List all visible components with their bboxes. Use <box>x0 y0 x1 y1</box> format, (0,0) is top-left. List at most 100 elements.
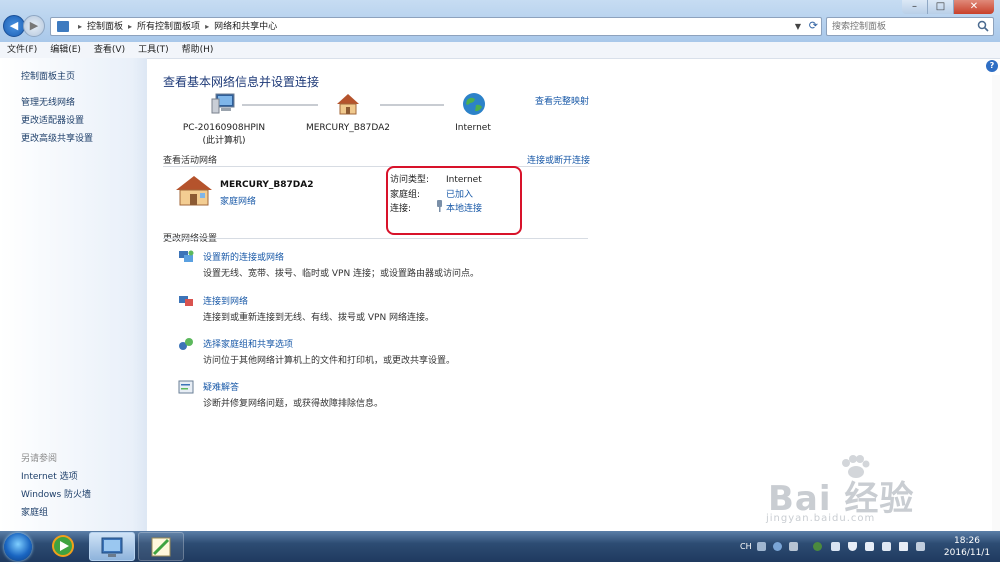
local-connection-link[interactable]: 本地连接 <box>446 204 482 214</box>
window-titlebar: ◀ ▶ ▸ 控制面板 ▸ 所有控制面板项 ▸ 网络和共享中心 ▼ ⟳ – □ ✕ <box>0 0 1000 42</box>
network-type-link[interactable]: 家庭网络 <box>220 194 256 207</box>
menu-view[interactable]: 查看(V) <box>87 42 131 58</box>
refresh-icon[interactable]: ⟳ <box>809 18 818 34</box>
homegroup-label: 家庭组: <box>390 190 421 200</box>
taskbar-media-player[interactable] <box>40 532 86 561</box>
taskbar: CH 18:26 2016/11/1 <box>0 531 1000 562</box>
homegroup-sharing-desc: 访问位于其他网络计算机上的文件和打印机，或更改共享设置。 <box>203 356 456 366</box>
baidu-tray-icon[interactable] <box>813 542 822 551</box>
internet-globe-icon[interactable] <box>462 92 486 116</box>
help-icon[interactable]: ? <box>986 60 998 72</box>
paw-logo-icon <box>842 455 870 478</box>
setup-connection-link[interactable]: 设置新的连接或网络 <box>203 250 284 263</box>
scrollbar[interactable] <box>992 75 1000 531</box>
chevron-right-icon[interactable]: ▸ <box>128 22 132 31</box>
computer-name: PC-20160908HPIN <box>182 123 266 133</box>
homegroup-link[interactable]: 已加入 <box>446 190 473 200</box>
network-name: MERCURY_B87DA2 <box>220 180 314 190</box>
keyboard-icon[interactable] <box>757 542 766 551</box>
connect-disconnect-link[interactable]: 连接或断开连接 <box>527 153 590 166</box>
sidebar-item-advanced-sharing[interactable]: 更改高级共享设置 <box>21 131 93 144</box>
router-node-label: MERCURY_B87DA2 <box>305 123 391 133</box>
breadcrumb-network-center[interactable]: 网络和共享中心 <box>214 22 277 32</box>
computer-icon[interactable] <box>211 93 237 115</box>
menu-tools[interactable]: 工具(T) <box>131 42 175 58</box>
security-shield-icon[interactable] <box>848 542 857 551</box>
maximize-button[interactable]: □ <box>928 0 954 14</box>
sidebar-item-manage-wireless[interactable]: 管理无线网络 <box>21 95 75 108</box>
control-panel-app-icon <box>101 537 123 557</box>
chevron-right-icon: ▸ <box>78 22 83 31</box>
connect-to-network-link[interactable]: 连接到网络 <box>203 294 248 307</box>
expand-tray-icon[interactable] <box>831 542 840 551</box>
control-panel-icon <box>57 21 69 32</box>
minimize-button[interactable]: – <box>902 0 928 14</box>
clock[interactable]: 18:26 2016/11/1 <box>939 535 995 559</box>
homegroup-row: 家庭组: 已加入 <box>390 187 473 200</box>
start-button[interactable] <box>4 533 32 561</box>
menu-file[interactable]: 文件(F) <box>0 42 43 58</box>
paint-app-icon <box>151 537 171 557</box>
homegroup-sharing-link[interactable]: 选择家庭组和共享选项 <box>203 337 293 350</box>
access-type-value: Internet <box>446 175 482 185</box>
search-input[interactable] <box>830 19 974 34</box>
window-controls: – □ ✕ <box>902 0 994 14</box>
homegroup-sharing-icon <box>179 338 193 350</box>
back-button[interactable]: ◀ <box>3 15 25 37</box>
sidebar-item-homegroup[interactable]: 家庭组 <box>21 505 48 518</box>
taskbar-control-panel[interactable] <box>89 532 135 561</box>
sidebar-item-firewall[interactable]: Windows 防火墙 <box>21 487 91 500</box>
active-networks-heading: 查看活动网络 <box>163 156 218 166</box>
sidebar-item-internet-options[interactable]: Internet 选项 <box>21 469 78 482</box>
internet-node-label: Internet <box>455 123 491 133</box>
address-bar[interactable]: ▸ 控制面板 ▸ 所有控制面板项 ▸ 网络和共享中心 ▼ ⟳ <box>50 17 822 36</box>
troubleshoot-link[interactable]: 疑难解答 <box>203 380 239 393</box>
ethernet-plug-icon <box>437 200 442 212</box>
troubleshoot-desc: 诊断并修复网络问题，或获得故障排除信息。 <box>203 399 384 409</box>
search-icon[interactable] <box>977 20 989 32</box>
connect-to-network-desc: 连接到或重新连接到无线、有线、拨号或 VPN 网络连接。 <box>203 313 435 323</box>
search-box[interactable] <box>826 17 994 36</box>
taskbar-paint[interactable] <box>138 532 184 561</box>
breadcrumb-all-items[interactable]: 所有控制面板项 <box>137 22 200 32</box>
close-button[interactable]: ✕ <box>954 0 994 14</box>
setup-connection-desc: 设置无线、宽带、拨号、临时或 VPN 连接；或设置路由器或访问点。 <box>203 269 480 279</box>
sidebar-home-link[interactable]: 控制面板主页 <box>21 69 75 82</box>
page-title: 查看基本网络信息并设置连接 <box>163 75 320 89</box>
chevron-right-icon[interactable]: ▸ <box>205 22 209 31</box>
connect-network-icon <box>179 296 193 306</box>
connection-line <box>242 104 318 106</box>
troubleshoot-icon <box>178 380 194 394</box>
computer-sublabel: (此计算机) <box>202 136 246 146</box>
breadcrumb-control-panel[interactable]: 控制面板 <box>87 22 123 32</box>
display-tray-icon[interactable] <box>916 542 925 551</box>
sidebar-item-adapter-settings[interactable]: 更改适配器设置 <box>21 113 84 126</box>
watermark-url: jingyan.baidu.com <box>766 513 876 524</box>
divider <box>163 166 588 167</box>
router-house-icon[interactable] <box>336 92 360 116</box>
watermark-brand: Bai 经验 <box>768 479 915 519</box>
access-type-label: 访问类型: <box>390 175 430 185</box>
new-connection-icon <box>179 250 194 262</box>
clock-time: 18:26 <box>954 536 980 546</box>
breadcrumb: ▸ 控制面板 ▸ 所有控制面板项 ▸ 网络和共享中心 <box>73 18 277 35</box>
watermark: Bai 经验 jingyan.baidu.com <box>760 455 950 525</box>
sidebar: 控制面板主页 管理无线网络 更改适配器设置 更改高级共享设置 另请参阅 Inte… <box>0 58 147 531</box>
connection-line <box>380 104 444 106</box>
computer-node: PC-20160908HPIN (此计算机) <box>178 123 270 146</box>
ime-options-icon[interactable] <box>789 542 798 551</box>
see-also-heading: 另请参阅 <box>21 454 58 464</box>
language-indicator[interactable]: CH <box>740 542 752 551</box>
forward-button[interactable]: ▶ <box>23 15 45 37</box>
flag-action-center-icon[interactable] <box>865 542 874 551</box>
media-player-icon <box>52 535 74 557</box>
see-full-map-link[interactable]: 查看完整映射 <box>535 94 589 107</box>
help-tray-icon[interactable] <box>773 542 782 551</box>
network-tray-icon[interactable] <box>882 542 891 551</box>
menu-help[interactable]: 帮助(H) <box>175 42 220 58</box>
menu-bar: 文件(F) 编辑(E) 查看(V) 工具(T) 帮助(H) <box>0 42 1000 59</box>
menu-edit[interactable]: 编辑(E) <box>43 42 87 58</box>
address-dropdown-icon[interactable]: ▼ <box>795 18 801 35</box>
connection-row: 连接: 本地连接 <box>390 200 482 214</box>
volume-icon[interactable] <box>899 542 908 551</box>
